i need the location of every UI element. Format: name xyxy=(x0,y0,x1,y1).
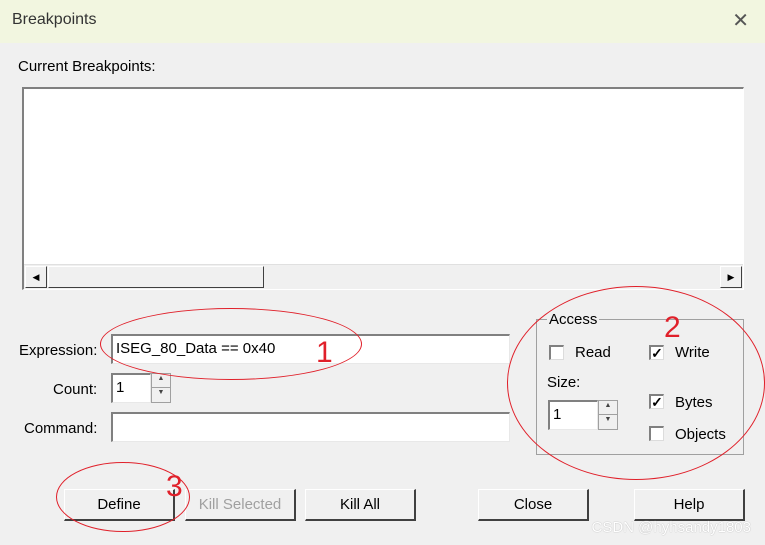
close-button[interactable]: Close xyxy=(478,489,589,521)
help-button[interactable]: Help xyxy=(634,489,745,521)
window-title: Breakpoints xyxy=(12,11,97,28)
command-label: Command: xyxy=(24,420,98,437)
count-spinner[interactable]: ▲ ▼ xyxy=(151,373,171,403)
scroll-thumb[interactable] xyxy=(48,266,264,288)
command-input[interactable] xyxy=(111,412,510,442)
annotation-number-2: 2 xyxy=(664,311,681,344)
count-input[interactable]: 1 xyxy=(111,373,151,403)
kill-all-button[interactable]: Kill All xyxy=(305,489,416,521)
expression-label: Expression: xyxy=(19,342,98,359)
annotation-number-1: 1 xyxy=(316,336,333,369)
close-icon[interactable]: ✕ xyxy=(732,8,749,33)
count-label: Count: xyxy=(53,381,98,398)
spin-down-icon[interactable]: ▼ xyxy=(152,388,170,402)
current-breakpoints-label: Current Breakpoints: xyxy=(18,58,156,75)
watermark: CSDN @hyhsandy1803 xyxy=(591,519,751,536)
current-breakpoints-label-text: Current Breakpoints: xyxy=(18,58,156,75)
scroll-right-icon[interactable]: ▶ xyxy=(720,266,742,288)
kill-selected-button[interactable]: Kill Selected xyxy=(185,489,296,521)
breakpoints-list[interactable]: ◀ ▶ xyxy=(22,87,744,290)
spin-up-icon[interactable]: ▲ xyxy=(152,374,170,388)
title-bar: Breakpoints ✕ xyxy=(0,0,765,43)
scroll-left-icon[interactable]: ◀ xyxy=(25,266,47,288)
annotation-number-3: 3 xyxy=(166,470,183,503)
annotation-ellipse-2 xyxy=(507,286,765,480)
